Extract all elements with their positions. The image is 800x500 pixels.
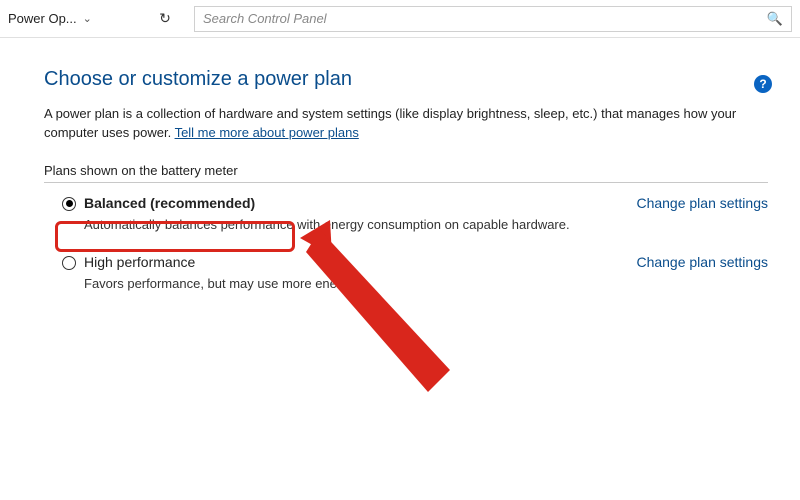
- page-description: A power plan is a collection of hardware…: [44, 105, 764, 143]
- refresh-icon: ↻: [159, 10, 171, 27]
- search-icon[interactable]: 🔍: [767, 11, 783, 27]
- plan-description-balanced: Automatically balances performance with …: [84, 217, 768, 232]
- page-title: Choose or customize a power plan: [44, 68, 768, 91]
- change-settings-link-high-performance[interactable]: Change plan settings: [636, 254, 768, 270]
- plan-name-high-performance[interactable]: High performance: [84, 254, 195, 270]
- plan-description-high-performance: Favors performance, but may use more ene…: [84, 276, 768, 291]
- content-area: Choose or customize a power plan A power…: [0, 38, 800, 291]
- section-label: Plans shown on the battery meter: [44, 163, 768, 178]
- breadcrumb[interactable]: Power Op... ⌄: [8, 11, 148, 26]
- search-box[interactable]: 🔍: [194, 6, 792, 32]
- section-divider: [44, 182, 768, 183]
- radio-high-performance[interactable]: [62, 256, 76, 270]
- description-text: A power plan is a collection of hardware…: [44, 106, 736, 140]
- breadcrumb-text: Power Op...: [8, 11, 77, 26]
- chevron-down-icon[interactable]: ⌄: [83, 12, 92, 25]
- plan-name-balanced[interactable]: Balanced (recommended): [84, 195, 255, 211]
- change-settings-link-balanced[interactable]: Change plan settings: [636, 195, 768, 211]
- refresh-button[interactable]: ↻: [154, 8, 176, 30]
- plan-left: High performance: [62, 254, 195, 270]
- help-icon[interactable]: ?: [754, 75, 772, 93]
- topbar: Power Op... ⌄ ↻ 🔍: [0, 0, 800, 38]
- plan-left: Balanced (recommended): [62, 195, 255, 211]
- radio-balanced[interactable]: [62, 197, 76, 211]
- plan-row-balanced: Balanced (recommended) Change plan setti…: [44, 195, 768, 211]
- learn-more-link[interactable]: Tell me more about power plans: [175, 125, 359, 140]
- plan-row-high-performance: High performance Change plan settings: [44, 254, 768, 270]
- search-input[interactable]: [203, 11, 767, 26]
